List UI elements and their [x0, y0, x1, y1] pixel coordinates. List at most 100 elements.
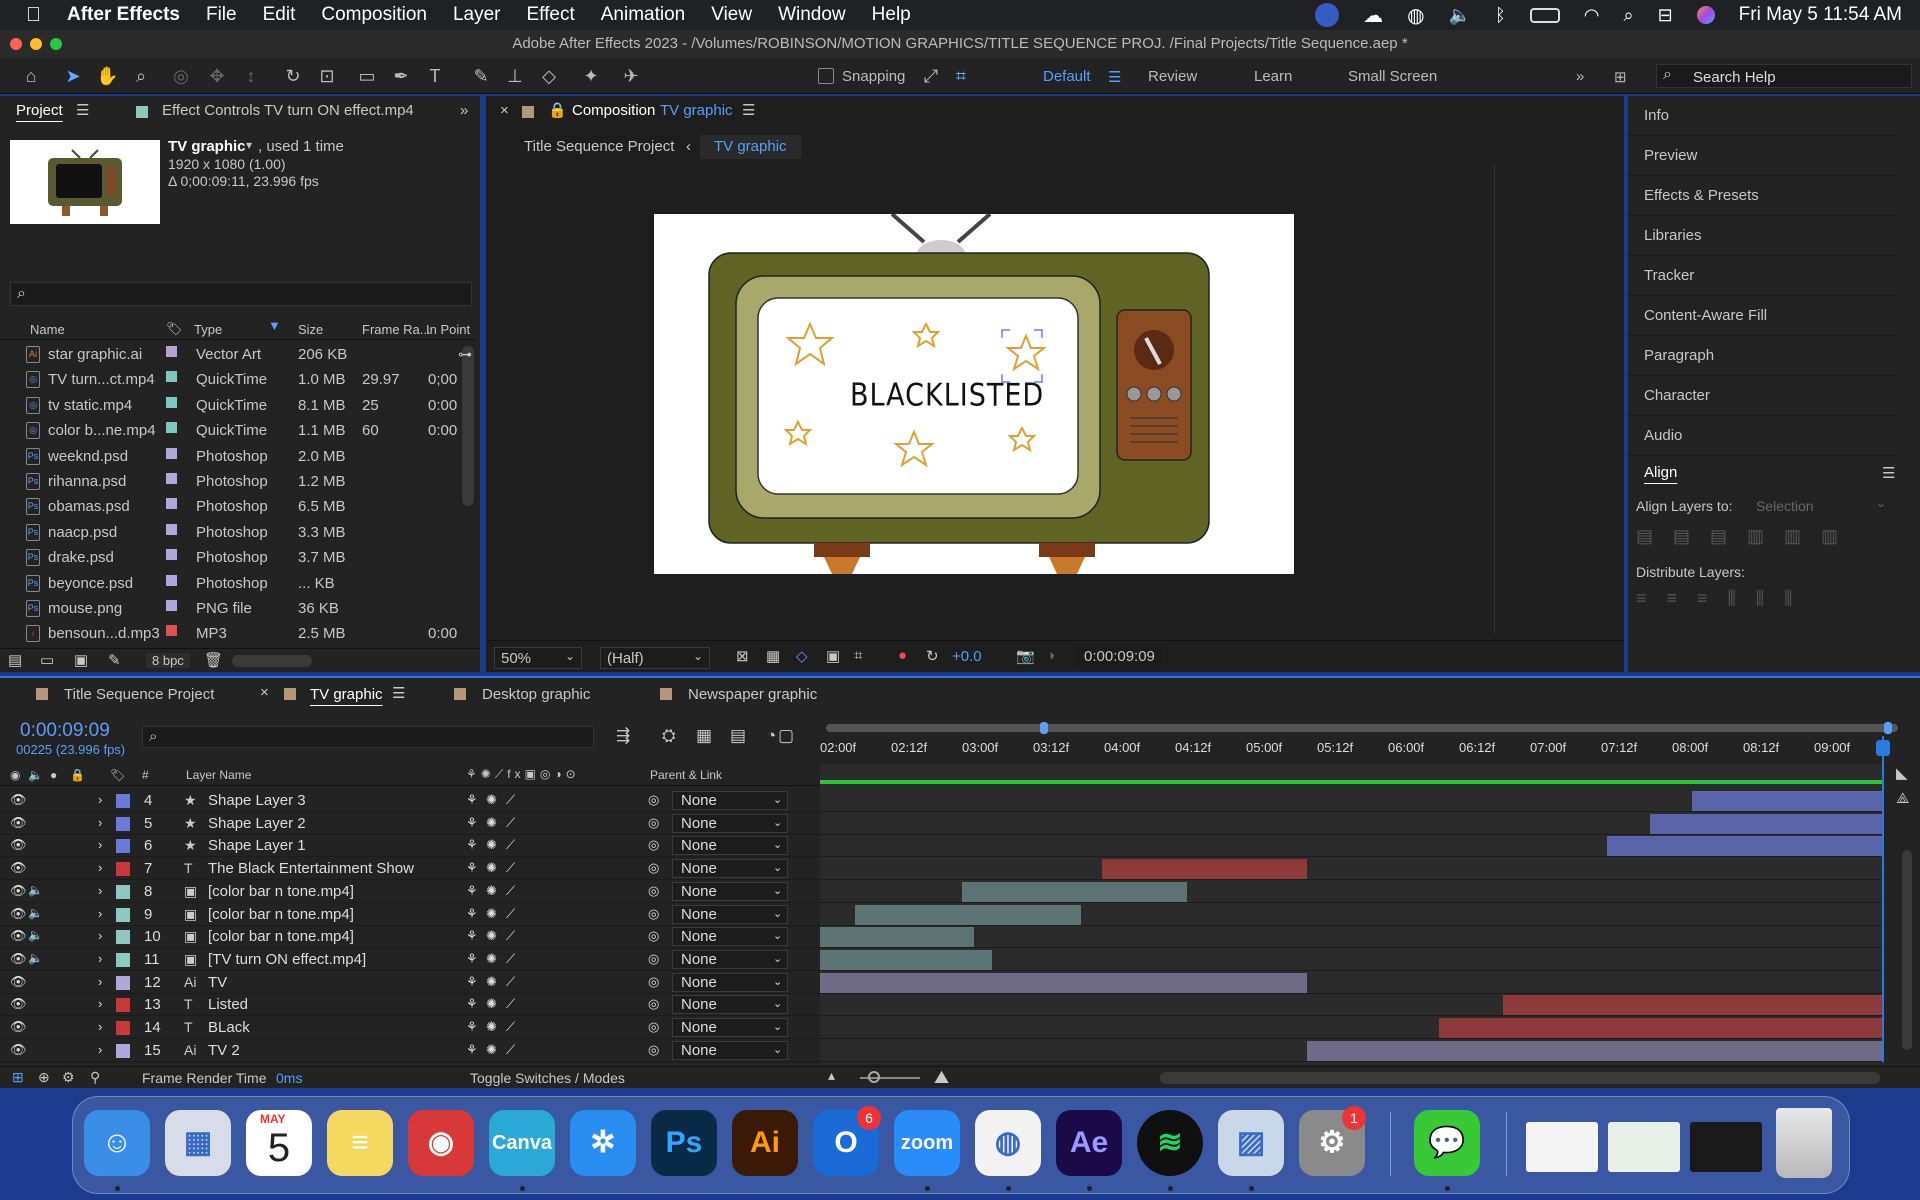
- rectangle-tool-icon[interactable]: ▭: [356, 66, 378, 86]
- dock-app-zoom[interactable]: zoom: [894, 1110, 960, 1176]
- lock-switch-icon[interactable]: 🔒: [70, 768, 85, 782]
- show-snapshot-icon[interactable]: ◑: [1046, 647, 1055, 664]
- column-in-point[interactable]: In Point: [426, 322, 470, 337]
- project-row[interactable]: Ps obamas.psd Photoshop 6.5 MB: [0, 494, 460, 519]
- collapse-switch-icon[interactable]: ✺: [486, 1042, 497, 1058]
- roto-brush-icon[interactable]: ✦: [580, 66, 602, 86]
- panel-overflow-icon[interactable]: »: [460, 96, 468, 126]
- recent-window-1[interactable]: [1526, 1122, 1598, 1172]
- align-panel-title[interactable]: Align: [1644, 464, 1677, 481]
- audio-toggle-icon[interactable]: 🔈: [28, 906, 43, 920]
- status-app-icon[interactable]: [1315, 3, 1340, 27]
- workspace-menu-icon[interactable]: ☰: [1108, 68, 1121, 86]
- orbit-tool-icon[interactable]: ◎: [170, 66, 192, 86]
- dock-app-after-effects[interactable]: Ae: [1056, 1110, 1122, 1176]
- work-area-end-handle[interactable]: [1884, 722, 1892, 734]
- breadcrumb-tv-graphic[interactable]: TV graphic: [700, 135, 801, 159]
- hand-tool-icon[interactable]: ✋: [96, 66, 118, 86]
- globe-icon[interactable]: ◍: [1407, 3, 1424, 28]
- layer-label-swatch[interactable]: [116, 862, 130, 877]
- zoom-slider-knob[interactable]: [868, 1071, 880, 1083]
- quality-switch-icon[interactable]: ⟋: [506, 906, 515, 922]
- workspace-review[interactable]: Review: [1148, 68, 1197, 85]
- layer-label-swatch[interactable]: [116, 816, 130, 831]
- label-swatch[interactable]: [166, 600, 177, 611]
- label-swatch[interactable]: [166, 422, 177, 434]
- project-row[interactable]: ◎ TV turn...ct.mp4 QuickTime 1.0 MB 29.97 0;0…: [0, 367, 460, 392]
- timeline-vscrollbar[interactable]: [1902, 850, 1912, 1050]
- project-row[interactable]: ◎ tv static.mp4 QuickTime 8.1 MB 25 0:00: [0, 393, 460, 418]
- layer-row[interactable]: 👁 › 5 ★ Shape Layer 2 ⚘ ✺ ⟋ ◎ None ⌄: [0, 813, 820, 835]
- toggle-switches-modes[interactable]: Toggle Switches / Modes: [470, 1070, 625, 1086]
- visibility-eye-icon[interactable]: 👁: [10, 837, 27, 853]
- brush-tool-icon[interactable]: ✎: [470, 66, 492, 86]
- project-row[interactable]: ♪ bensoun...d.mp3 MP3 2.5 MB 0:00: [0, 621, 460, 646]
- collapse-switch-icon[interactable]: ✺: [486, 928, 497, 944]
- project-row[interactable]: Ps naacp.psd Photoshop 3.3 MB: [0, 520, 460, 545]
- time-ruler[interactable]: 02:00f 02:12f 03:00f 03:12f 04:00f 04:12f 05:0…: [820, 736, 1900, 762]
- audio-switch-icon[interactable]: 🔈: [28, 768, 43, 782]
- right-panel-item[interactable]: Audio: [1630, 416, 1900, 456]
- visibility-eye-icon[interactable]: 👁: [10, 860, 27, 876]
- visibility-eye-icon[interactable]: 👁: [10, 1042, 27, 1058]
- draft-3d-icon[interactable]: ⛭: [662, 726, 676, 746]
- layer-label-swatch[interactable]: [116, 839, 130, 854]
- pen-tool-icon[interactable]: ✒: [390, 66, 412, 86]
- layer-label-swatch[interactable]: [116, 1021, 130, 1035]
- parent-dropdown[interactable]: None ⌄: [672, 836, 788, 856]
- clone-stamp-icon[interactable]: ⊥: [504, 66, 526, 86]
- render-time-toggle-icon[interactable]: ⚲: [90, 1069, 100, 1086]
- quality-switch-icon[interactable]: ⟋: [506, 815, 515, 831]
- timeline-hscrollbar[interactable]: [1160, 1072, 1880, 1084]
- layer-name[interactable]: [TV turn ON effect.mp4]: [208, 951, 366, 968]
- shy-switch-icon[interactable]: ⚘: [466, 996, 478, 1012]
- align-to-dropdown[interactable]: Selection ⌄: [1750, 496, 1890, 518]
- snapping-label[interactable]: Snapping: [842, 68, 905, 85]
- project-row[interactable]: Ps drake.psd Photoshop 3.7 MB: [0, 545, 460, 570]
- menu-help[interactable]: Help: [872, 4, 911, 26]
- shy-switch-icon[interactable]: ⚘: [466, 792, 478, 808]
- recent-window-2[interactable]: [1608, 1122, 1680, 1172]
- comp-viewer[interactable]: BLACKLISTED: [486, 164, 1624, 634]
- collapse-switch-icon[interactable]: ✺: [486, 906, 497, 922]
- shy-switch-icon[interactable]: ⚘: [466, 883, 478, 899]
- transfer-controls-icon[interactable]: ⊕: [38, 1069, 50, 1086]
- pickwhip-icon[interactable]: ◎: [648, 951, 659, 967]
- column-type[interactable]: Type: [194, 322, 222, 337]
- pan-tool-icon[interactable]: ✥: [206, 66, 228, 86]
- column-size[interactable]: Size: [298, 322, 323, 337]
- shy-switch-icon[interactable]: ⚘: [466, 815, 478, 831]
- project-row[interactable]: Ps rihanna.psd Photoshop 1.2 MB: [0, 469, 460, 494]
- eraser-tool-icon[interactable]: ◇: [538, 66, 560, 86]
- layer-duration-bar[interactable]: [1607, 836, 1884, 857]
- new-composition-icon[interactable]: ▣: [74, 651, 88, 669]
- selection-tool-icon[interactable]: ➤: [62, 66, 84, 86]
- layer-name[interactable]: [color bar n tone.mp4]: [208, 906, 354, 923]
- search-help-field[interactable]: ⌕ Search Help: [1656, 64, 1912, 88]
- expand-chevron-icon[interactable]: ›: [98, 792, 102, 807]
- dock-app-preview[interactable]: ▨: [1218, 1110, 1284, 1176]
- visibility-eye-icon[interactable]: 👁: [10, 996, 27, 1012]
- snapshot-camera-icon[interactable]: 📷: [1016, 647, 1035, 665]
- expand-chevron-icon[interactable]: ›: [98, 1019, 102, 1034]
- recent-window-3[interactable]: [1690, 1122, 1762, 1172]
- playhead-handle[interactable]: [1876, 740, 1890, 756]
- quality-switch-icon[interactable]: ⟋: [506, 837, 515, 853]
- menu-layer[interactable]: Layer: [453, 4, 501, 26]
- flowchart-icon[interactable]: ⊶: [458, 346, 472, 363]
- dock-app-safari[interactable]: ✲: [570, 1110, 636, 1176]
- project-search-input[interactable]: ⌕: [10, 282, 472, 306]
- expand-chevron-icon[interactable]: ›: [98, 974, 102, 989]
- visibility-eye-icon[interactable]: 👁: [10, 928, 27, 944]
- layer-name[interactable]: The Black Entertainment Show: [208, 860, 414, 877]
- bit-depth-button[interactable]: 8 bpc: [146, 653, 190, 668]
- right-panel-item[interactable]: Character: [1630, 376, 1900, 416]
- layer-row[interactable]: 👁 🔈 › 11 ▣ [TV turn ON effect.mp4] ⚘ ✺ ⟋ ◎ None ⌄: [0, 949, 820, 971]
- dock-app-finder[interactable]: ☺: [84, 1110, 150, 1176]
- collapse-switch-icon[interactable]: ✺: [486, 974, 497, 990]
- project-row[interactable]: Ps beyonce.psd Photoshop ... KB: [0, 571, 460, 596]
- fast-previews-icon[interactable]: ⊠: [736, 647, 749, 665]
- layer-name[interactable]: Shape Layer 3: [208, 792, 306, 809]
- visibility-eye-icon[interactable]: 👁: [10, 951, 27, 967]
- puppet-pin-icon[interactable]: ✈: [620, 66, 642, 86]
